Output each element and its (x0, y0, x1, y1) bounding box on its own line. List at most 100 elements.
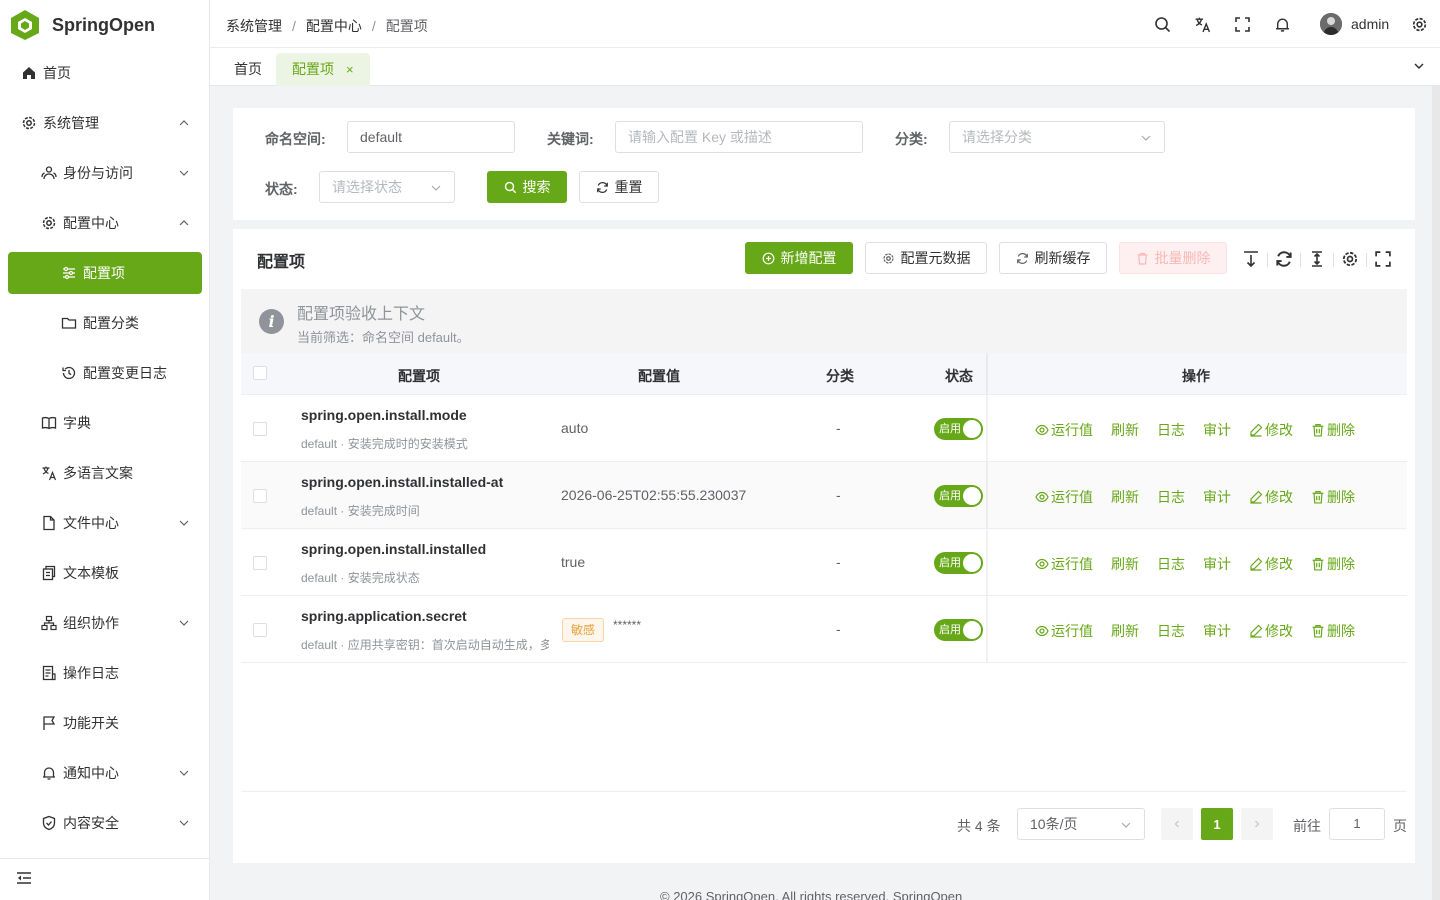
tab-home[interactable]: 首页 (218, 53, 278, 86)
sidebar-item-dictionary[interactable]: 字典 (8, 402, 202, 444)
audit-link[interactable]: 审计 (1203, 554, 1231, 574)
status-select[interactable]: 请选择状态 (319, 171, 455, 203)
audit-link[interactable]: 审计 (1203, 420, 1231, 440)
edit-link[interactable]: 修改 (1249, 554, 1293, 574)
delete-link[interactable]: 删除 (1311, 420, 1355, 440)
close-icon[interactable]: × (346, 62, 354, 77)
search-icon[interactable] (1154, 16, 1171, 33)
tab-config-items[interactable]: 配置项 × (276, 53, 370, 86)
delete-link[interactable]: 删除 (1311, 554, 1355, 574)
status-switch[interactable]: 启用 (934, 485, 983, 507)
logo[interactable]: SpringOpen (10, 8, 155, 42)
breadcrumb-item[interactable]: 系统管理 (226, 16, 282, 36)
page-size-select[interactable]: 10条/页 (1017, 808, 1145, 840)
chevron-down-icon[interactable] (1413, 60, 1425, 72)
switch-label: 启用 (939, 624, 961, 636)
refresh-link[interactable]: 刷新 (1111, 420, 1139, 440)
row-checkbox[interactable] (253, 422, 267, 436)
add-config-button[interactable]: 新增配置 (745, 242, 853, 274)
edit-link[interactable]: 修改 (1249, 420, 1293, 440)
username[interactable]: admin (1351, 16, 1389, 32)
sidebar-item-identity[interactable]: 身份与访问 (8, 152, 202, 194)
action-label: 审计 (1203, 556, 1231, 572)
select-all-checkbox[interactable] (253, 366, 267, 380)
runtime-value-link[interactable]: 运行值 (1035, 420, 1093, 440)
page-number-button[interactable]: 1 (1201, 808, 1233, 840)
batch-delete-button[interactable]: 批量删除 (1119, 242, 1227, 274)
sidebar-item-config-categories[interactable]: 配置分类 (8, 302, 202, 344)
prev-page-button[interactable] (1161, 808, 1193, 840)
refresh-icon[interactable] (1275, 250, 1293, 268)
chevron-down-icon (179, 170, 189, 176)
category-label: 分类: (895, 131, 928, 147)
refresh-cache-button[interactable]: 刷新缓存 (999, 242, 1107, 274)
log-link[interactable]: 日志 (1157, 621, 1185, 641)
goto-page-input[interactable]: 1 (1329, 808, 1385, 840)
sidebar-item-content-security[interactable]: 内容安全 (8, 802, 202, 844)
status-switch[interactable]: 启用 (934, 552, 983, 574)
log-link[interactable]: 日志 (1157, 554, 1185, 574)
keyword-input[interactable]: 请输入配置 Key 或描述 (615, 121, 863, 153)
collapse-sidebar-icon[interactable] (15, 869, 33, 887)
config-description: default · 应用共享密钥：首次启动自动生成，多 (301, 638, 549, 652)
sidebar-item-config-center[interactable]: 配置中心 (8, 202, 202, 244)
fullscreen-icon[interactable] (1374, 250, 1392, 268)
config-metadata-button[interactable]: 配置元数据 (865, 242, 987, 274)
settings-icon[interactable] (1411, 16, 1428, 33)
namespace-input[interactable]: default (347, 121, 515, 153)
runtime-value-link[interactable]: 运行值 (1035, 621, 1093, 641)
switch-knob (963, 487, 981, 505)
delete-link[interactable]: 删除 (1311, 487, 1355, 507)
scrollbar[interactable] (1432, 86, 1440, 900)
config-description: default · 安装完成时的安装模式 (301, 437, 468, 451)
delete-link[interactable]: 删除 (1311, 621, 1355, 641)
row-checkbox[interactable] (253, 489, 267, 503)
sidebar-item-feature-flags[interactable]: 功能开关 (8, 702, 202, 744)
category-select[interactable]: 请选择分类 (949, 121, 1165, 153)
sidebar-item-system[interactable]: 系统管理 (8, 102, 202, 144)
sidebar-item-notifications[interactable]: 通知中心 (8, 752, 202, 794)
translate-icon[interactable] (1194, 16, 1211, 33)
log-link[interactable]: 日志 (1157, 487, 1185, 507)
refresh-link[interactable]: 刷新 (1111, 487, 1139, 507)
next-page-button[interactable] (1241, 808, 1273, 840)
sidebar-item-home[interactable]: 首页 (8, 52, 202, 94)
edit-link[interactable]: 修改 (1249, 487, 1293, 507)
sidebar-item-org[interactable]: 组织协作 (8, 602, 202, 644)
switch-label: 启用 (939, 557, 961, 569)
page-suffix: 页 (1393, 818, 1407, 834)
sidebar-item-templates[interactable]: 文本模板 (8, 552, 202, 594)
column-header: 操作 (1182, 368, 1210, 384)
divider (1300, 253, 1301, 267)
sidebar-item-config-items[interactable]: 配置项 (8, 252, 202, 294)
sidebar-item-i18n[interactable]: 多语言文案 (8, 452, 202, 494)
sidebar-item-oplog[interactable]: 操作日志 (8, 652, 202, 694)
sidebar-item-config-changelog[interactable]: 配置变更日志 (8, 352, 202, 394)
runtime-value-link[interactable]: 运行值 (1035, 554, 1093, 574)
action-label: 修改 (1265, 623, 1293, 639)
runtime-value-link[interactable]: 运行值 (1035, 487, 1093, 507)
log-link[interactable]: 日志 (1157, 420, 1185, 440)
avatar[interactable] (1320, 13, 1342, 35)
search-button[interactable]: 搜索 (487, 171, 567, 203)
edit-link[interactable]: 修改 (1249, 621, 1293, 641)
refresh-link[interactable]: 刷新 (1111, 621, 1139, 641)
reset-button[interactable]: 重置 (579, 171, 659, 203)
column-height-icon[interactable] (1308, 250, 1326, 268)
breadcrumb-item[interactable]: 配置中心 (306, 16, 362, 36)
row-checkbox[interactable] (253, 556, 267, 570)
status-switch[interactable]: 启用 (934, 619, 983, 641)
row-checkbox[interactable] (253, 623, 267, 637)
sidebar-item-label: 操作日志 (63, 665, 119, 681)
status-switch[interactable]: 启用 (934, 418, 983, 440)
fullscreen-icon[interactable] (1234, 16, 1251, 33)
refresh-link[interactable]: 刷新 (1111, 554, 1139, 574)
density-icon[interactable] (1242, 250, 1260, 268)
audit-link[interactable]: 审计 (1203, 621, 1231, 641)
bell-icon[interactable] (1274, 16, 1291, 33)
add-config-label: 新增配置 (780, 250, 837, 266)
column-settings-icon[interactable] (1341, 250, 1359, 268)
book-icon (41, 415, 57, 431)
sidebar-item-files[interactable]: 文件中心 (8, 502, 202, 544)
audit-link[interactable]: 审计 (1203, 487, 1231, 507)
